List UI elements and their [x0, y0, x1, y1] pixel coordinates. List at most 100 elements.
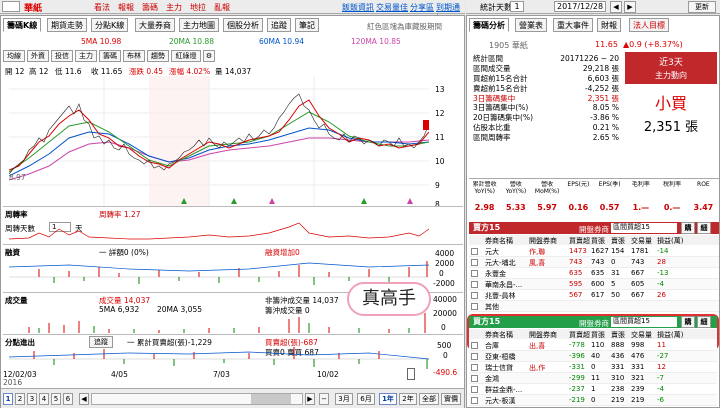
date-input[interactable]: 2017/12/28: [554, 1, 606, 12]
tab-events[interactable]: 重大事件: [553, 18, 593, 32]
row-checkbox[interactable]: [471, 342, 478, 349]
trend-box-title: 近3天: [659, 58, 683, 68]
sell-go-button[interactable]: 購: [681, 222, 695, 234]
row-checkbox[interactable]: [471, 397, 478, 404]
buy-cell: 238: [611, 385, 625, 393]
buy-detail-button[interactable]: 細: [697, 316, 711, 328]
buy-row[interactable]: 元大-板漢 -219 0 219 219 -6: [469, 395, 717, 406]
tab-notes[interactable]: 筆記: [295, 18, 319, 32]
buy-row[interactable]: 群益金鼎-... -237 1 238 239 -4: [469, 384, 717, 395]
page-1[interactable]: 1: [3, 393, 13, 405]
row-checkbox[interactable]: [471, 386, 478, 393]
page-3[interactable]: 3: [27, 393, 37, 405]
row-checkbox[interactable]: [471, 375, 478, 382]
sell-row[interactable]: 華南永昌-... 595 600 5 605 -4: [469, 279, 719, 290]
row-checkbox[interactable]: [471, 292, 478, 299]
buy-cell: 亞東-桓橋: [485, 353, 516, 361]
btn-ma[interactable]: 均線: [3, 50, 25, 62]
sell-cell: 28: [657, 258, 666, 266]
prev-button[interactable]: ◀: [610, 1, 622, 13]
range-1y[interactable]: 1年: [379, 393, 397, 405]
scroll-handle[interactable]: [407, 368, 415, 380]
tab-revenue[interactable]: 營業表: [515, 18, 547, 32]
sell-15-header: 賣方15 開盤券商 區間買超15 購 細: [469, 222, 719, 234]
menu-item-4[interactable]: 地拉: [190, 2, 206, 13]
tab-chips-k[interactable]: 籌碼K線: [3, 18, 42, 32]
fin-value-cell: 5.33: [506, 203, 526, 212]
row-checkbox[interactable]: [471, 303, 478, 310]
btn-trust[interactable]: 投信: [51, 50, 73, 62]
buy-row[interactable]: 金鴻 -299 11 310 321 -7: [469, 373, 717, 384]
tab-large-broker[interactable]: 大量券商: [135, 18, 175, 32]
tab-branch-k[interactable]: 分點K線: [91, 18, 129, 32]
link-0[interactable]: 飯飯資訊: [342, 2, 374, 13]
row-checkbox[interactable]: [471, 353, 478, 360]
page-2[interactable]: 2: [15, 393, 25, 405]
menu-item-3[interactable]: 主力: [166, 2, 182, 13]
sell-row[interactable]: 永豐金 635 635 31 667 -13: [469, 268, 719, 279]
page-6[interactable]: 6: [63, 393, 73, 405]
tab-chip-analysis[interactable]: 籌碼分析: [469, 18, 509, 32]
sell-detail-button[interactable]: 細: [697, 222, 711, 234]
stock-code-input[interactable]: [2, 1, 20, 12]
scroll-left-icon[interactable]: ◀: [79, 393, 89, 405]
col-header: 買張: [591, 237, 605, 245]
sell-cell: 635: [591, 269, 605, 277]
gear-icon[interactable]: ⚙: [203, 50, 215, 62]
sell-row[interactable]: 元大-埔北 風,喜 743 743 0 743 28: [469, 257, 719, 268]
branch-tick-1: 0: [443, 351, 448, 360]
range-all[interactable]: 全部: [419, 393, 439, 405]
scrollbar-thumb[interactable]: [251, 394, 291, 404]
menu-item-2[interactable]: 籌碼: [142, 2, 158, 13]
tab-stock-analysis[interactable]: 個股分析: [223, 18, 263, 32]
page-5[interactable]: 5: [51, 393, 61, 405]
btn-foreign[interactable]: 外資: [27, 50, 49, 62]
x-label-2: 7/03: [213, 370, 230, 379]
btn-bollinger[interactable]: 布林: [123, 50, 145, 62]
range-actual[interactable]: 實價: [441, 393, 461, 405]
days-input[interactable]: 1: [510, 1, 524, 12]
col-header: 交易量: [631, 331, 652, 339]
range-2y[interactable]: 2年: [399, 393, 417, 405]
link-1[interactable]: 交易量佳: [376, 2, 408, 13]
buy-row[interactable]: 亞東-桓橋 -396 40 436 476 -27: [469, 351, 717, 362]
zoom-out-icon[interactable]: −: [319, 393, 329, 405]
right-tabs: 籌碼分析 營業表 重大事件 財報 法人目標: [469, 18, 719, 32]
tab-financials[interactable]: 財報: [597, 18, 621, 32]
range-3m[interactable]: 3月: [335, 393, 353, 405]
row-checkbox[interactable]: [471, 364, 478, 371]
btn-main[interactable]: 主力: [75, 50, 97, 62]
tab-main-map[interactable]: 主力地圖: [179, 18, 219, 32]
menu-item-0[interactable]: 看法: [94, 2, 110, 13]
page-4[interactable]: 4: [39, 393, 49, 405]
date-bar: 統計天數 1 2017/12/28 ◀ ▶ 更新: [466, 0, 720, 14]
buy-cell: 出,喜: [529, 342, 546, 350]
update-button[interactable]: 更新: [688, 1, 716, 13]
menu-item-5[interactable]: 亂報: [214, 2, 230, 13]
row-checkbox[interactable]: [471, 281, 478, 288]
tab-period[interactable]: 期貨走勢: [47, 18, 87, 32]
buy-row[interactable]: 瑞士信貸 出,作 -331 0 331 331 12: [469, 362, 717, 373]
sell-row[interactable]: 兆豐-員林 567 617 50 667 26: [469, 290, 719, 301]
btn-trend[interactable]: 趨勢: [147, 50, 169, 62]
buy-go-button[interactable]: 購: [681, 316, 695, 328]
menu-item-1[interactable]: 報報: [118, 2, 134, 13]
buy-filter-select[interactable]: 區間買超15: [611, 317, 677, 327]
link-2[interactable]: 分享區: [410, 2, 434, 13]
next-button[interactable]: ▶: [624, 1, 636, 13]
tab-target[interactable]: 法人目標: [629, 18, 669, 32]
tab-track[interactable]: 追蹤: [267, 18, 291, 32]
sell-filter-select[interactable]: 區間買超15: [611, 223, 677, 233]
sell-row[interactable]: 其他: [469, 301, 719, 312]
row-checkbox[interactable]: [471, 259, 478, 266]
row-checkbox[interactable]: [471, 248, 478, 255]
scroll-right-icon[interactable]: ▶: [305, 393, 315, 405]
buy-15-header: 買方15 開盤券商 區間買超15 購 細: [469, 316, 717, 328]
buy-cell: 0: [591, 363, 596, 371]
sell-row[interactable]: 元大 作,聯 1473 1627 154 1781 -14: [469, 246, 719, 257]
buy-row[interactable]: 合庫 出,喜 -778 110 888 998 11: [469, 340, 717, 351]
btn-light[interactable]: 紅綠燈: [171, 50, 201, 62]
row-checkbox[interactable]: [471, 270, 478, 277]
range-6m[interactable]: 6月: [357, 393, 375, 405]
btn-chips[interactable]: 籌碼: [99, 50, 121, 62]
